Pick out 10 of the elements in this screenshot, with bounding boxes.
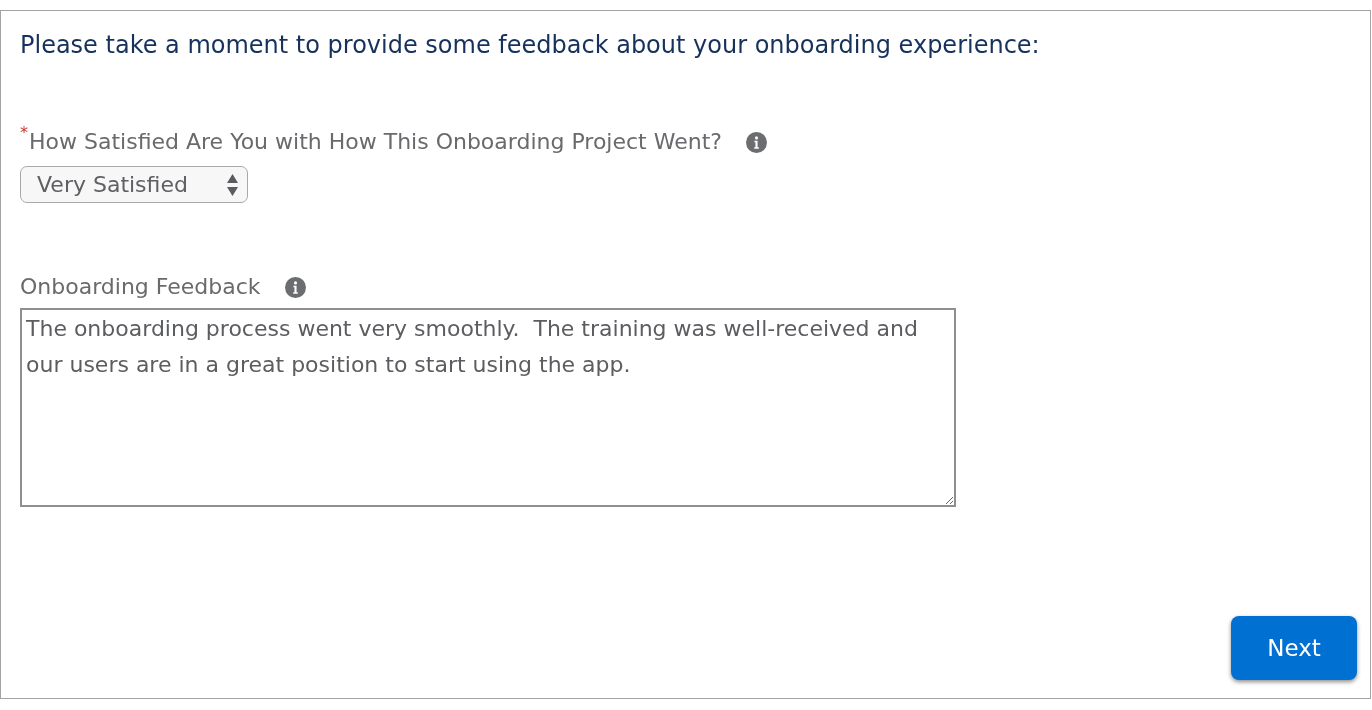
- info-icon[interactable]: [745, 131, 767, 153]
- satisfaction-dropdown[interactable]: Very Satisfied: [20, 166, 248, 203]
- info-icon[interactable]: [284, 276, 306, 298]
- field-label: Onboarding Feedback: [20, 273, 261, 301]
- form-intro-text: Please take a moment to provide some feedback about your onboarding experience:: [20, 30, 1040, 60]
- required-mark: *: [20, 125, 28, 141]
- up-down-caret-icon: [227, 173, 238, 196]
- next-button[interactable]: Next: [1231, 616, 1357, 680]
- field-label: How Satisfied Are You with How This Onboarding Project Went?: [29, 128, 722, 156]
- feedback-textarea[interactable]: The onboarding process went very smoothly. The training was well-received and our users are in a great position to start using the app.: [20, 308, 956, 507]
